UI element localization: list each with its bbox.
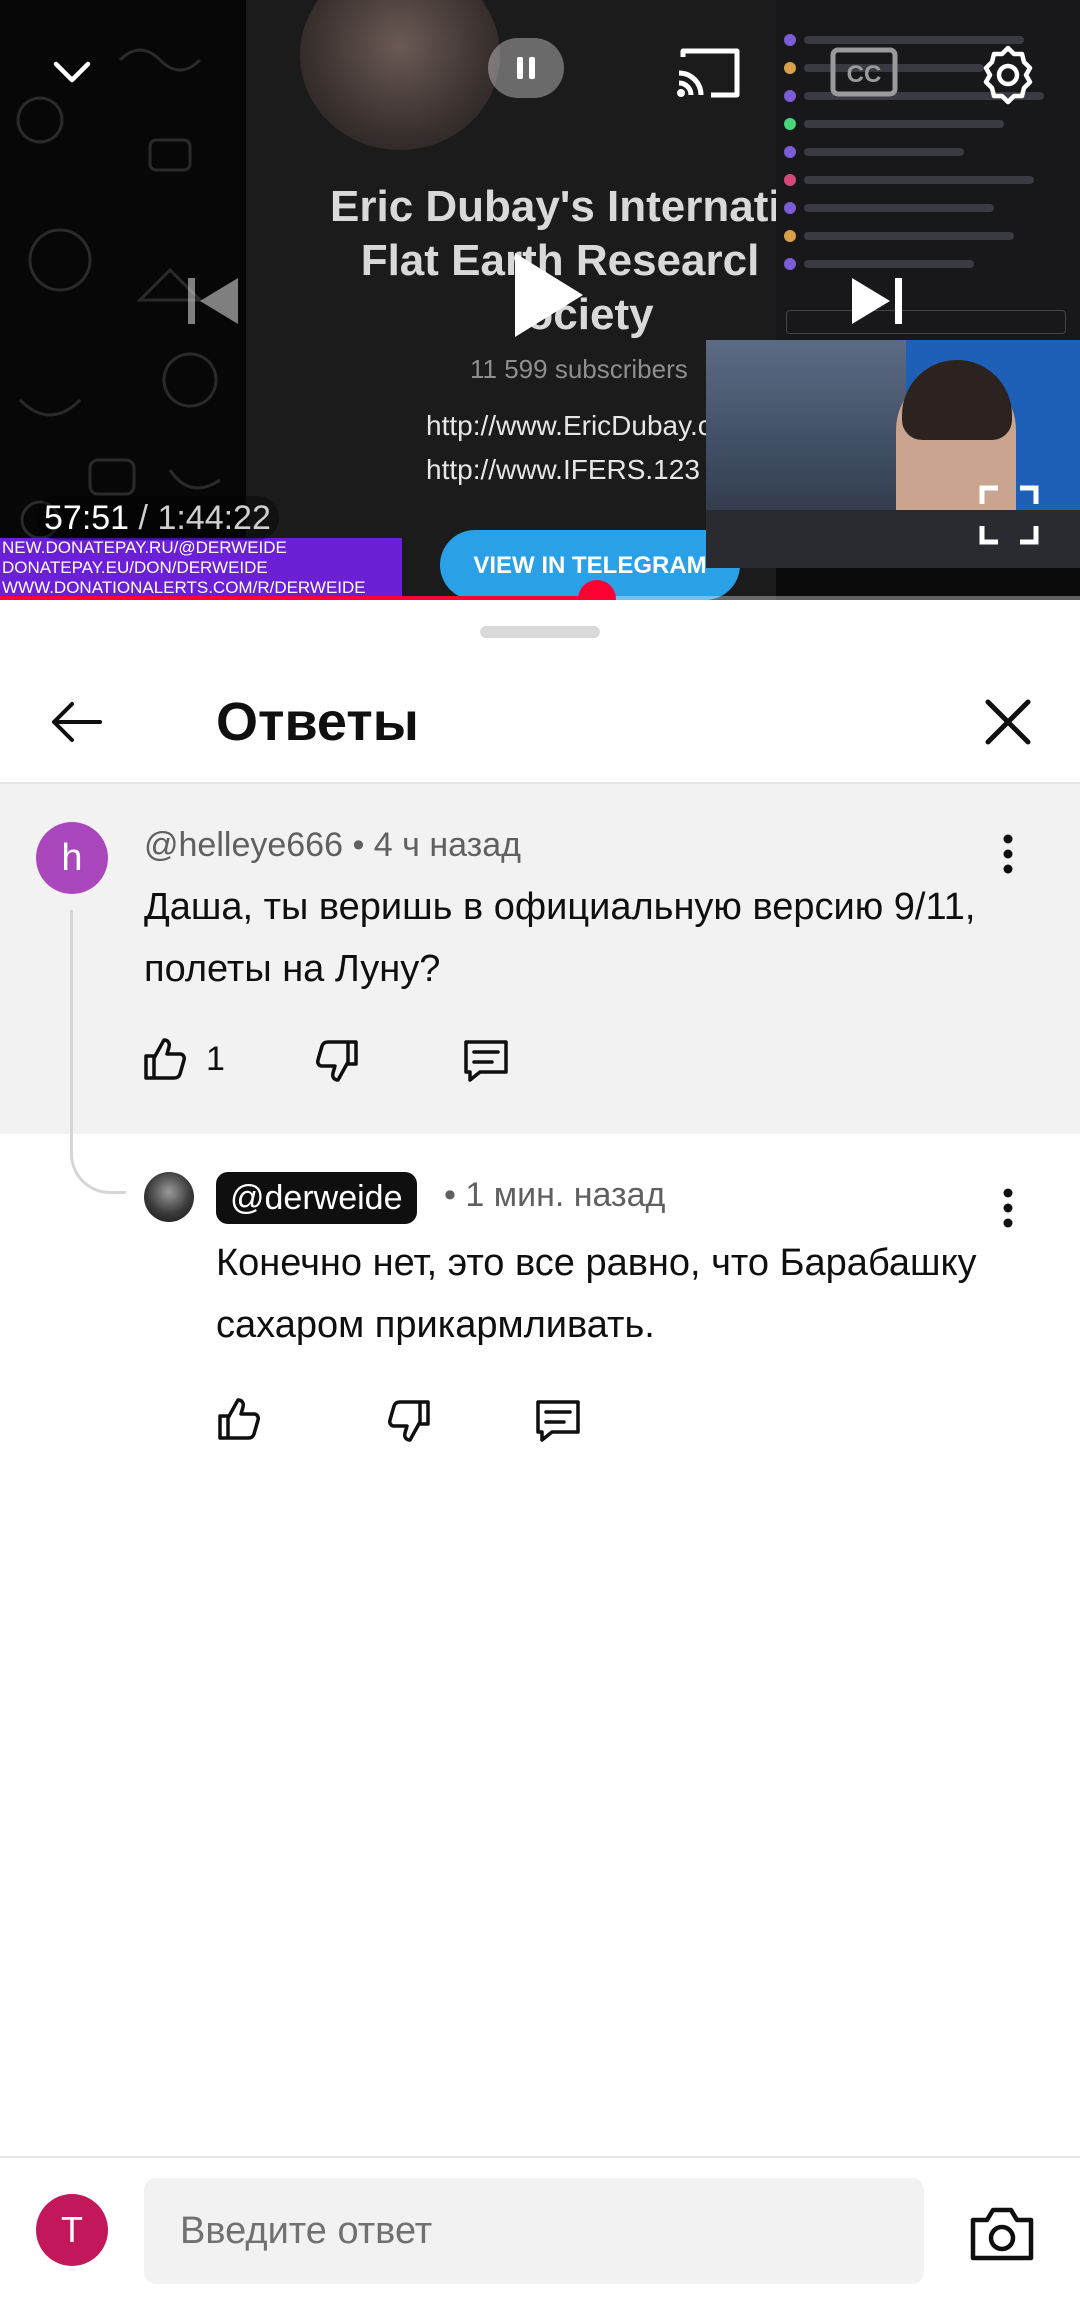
closed-captions-icon[interactable]: CC [824,40,904,104]
donation-overlay: NEW.DONATEPAY.RU/@DERWEIDE DONATEPAY.EU/… [0,538,402,600]
more-options-icon[interactable] [978,824,1038,884]
page-title: Ответы [216,692,419,752]
video-link-2: http://www.IFERS.123 [426,454,700,485]
reply-button[interactable] [532,1396,584,1446]
drag-handle[interactable] [480,626,600,638]
time-total: 1:44:22 [157,499,271,537]
like-button[interactable]: 1 [140,1034,225,1084]
skip-previous-icon[interactable] [168,256,258,346]
close-icon[interactable] [968,682,1048,762]
progress-fill [0,596,598,600]
thumbs-down-icon [316,1040,358,1082]
replies-sheet: Ответы h @helleye666 • 4 ч назад Даша, т… [0,602,1080,2302]
donate-line: WWW.DONATIONALERTS.COM/R/DERWEIDE [2,578,366,597]
video-link-1: http://www.EricDubay.c [426,410,712,441]
parent-comment: h @helleye666 • 4 ч назад Даша, ты вериш… [0,784,1080,1134]
cast-icon[interactable] [668,40,748,104]
comment-text: Конечно нет, это все равно, что Барабашк… [216,1242,977,1346]
avatar[interactable] [144,1172,194,1222]
reply-composer: T [0,2156,1080,2302]
arrow-left-icon[interactable] [36,682,116,762]
reply-comment: @derweide • 1 мин. назад Конечно нет, эт… [0,1134,1080,1454]
video-title-line-1: Eric Dubay's Internatic [330,182,790,231]
thumbs-up-icon [218,1398,260,1440]
thread-connector [70,910,126,1194]
more-options-icon[interactable] [978,1178,1038,1238]
playback-time: 57:51 / 1:44:22 [36,496,279,540]
comment-text: Даша, ты веришь в официальную версию 9/1… [144,886,976,990]
like-button[interactable] [214,1394,264,1444]
like-count: 1 [206,1039,225,1078]
fullscreen-icon[interactable] [964,470,1054,560]
video-player[interactable]: Eric Dubay's Internatic Flat Earth Resea… [0,0,1080,600]
chevron-down-icon[interactable] [40,40,104,104]
video-subscribers: 11 599 subscribers [470,354,688,384]
skip-next-icon[interactable] [832,256,922,346]
svg-text:CC: CC [847,61,882,88]
camera-icon[interactable] [962,2194,1042,2274]
comment-icon [464,1040,508,1082]
dislike-button[interactable] [312,1036,362,1086]
comment-meta: @helleye666 • 4 ч назад [144,826,521,865]
play-icon[interactable] [490,240,600,350]
thumbs-up-icon [144,1038,186,1080]
time-current: 57:51 [44,499,130,537]
time-separator: / [129,499,158,537]
comment-author[interactable]: @derweide [216,1172,417,1224]
comment-time: • 1 мин. назад [444,1176,666,1214]
progress-bar[interactable] [0,580,1080,600]
thumbs-down-icon [388,1400,430,1442]
avatar[interactable]: h [36,822,108,894]
donate-line: DONATEPAY.EU/DON/DERWEIDE [2,558,268,577]
gear-icon[interactable] [968,34,1048,114]
comment-author[interactable]: @helleye666 [144,826,343,864]
comment-time: • 4 ч назад [352,826,521,864]
reply-button[interactable] [460,1036,512,1086]
comment-icon [536,1400,580,1442]
avatar[interactable]: T [36,2194,108,2266]
dislike-button[interactable] [384,1396,434,1446]
replies-header: Ответы [0,662,1080,782]
pause-icon[interactable] [488,38,564,98]
reply-input[interactable] [144,2178,924,2284]
donate-line: NEW.DONATEPAY.RU/@DERWEIDE [2,538,287,557]
